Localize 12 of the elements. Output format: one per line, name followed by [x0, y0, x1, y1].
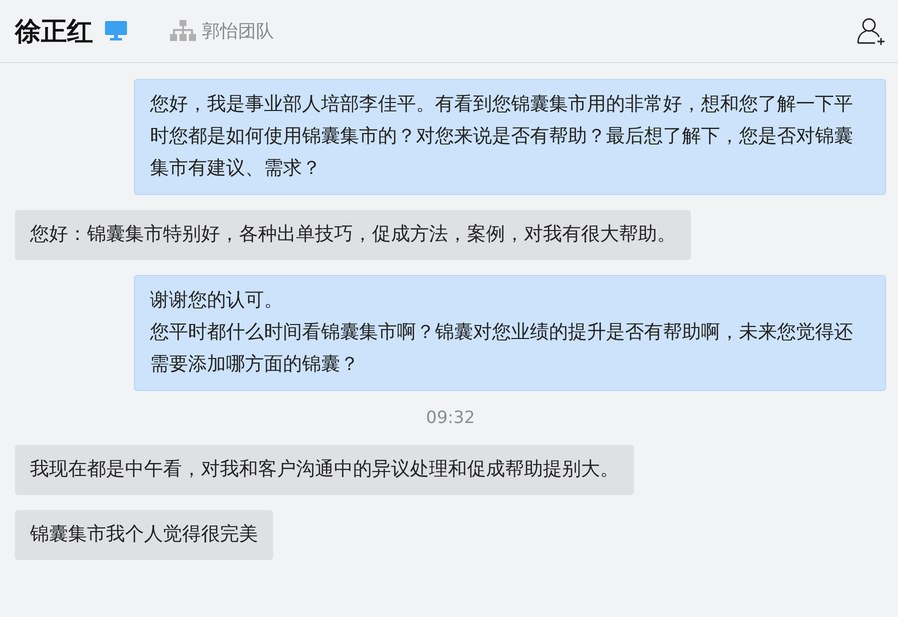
- message-text: 谢谢您的认可。: [150, 289, 284, 313]
- timestamp: 09:32: [426, 408, 475, 428]
- contact-name: 徐正红: [15, 16, 93, 48]
- add-contact-icon[interactable]: [856, 16, 886, 46]
- message-text: 您好：锦囊集市特别好，各种出单技巧，促成方法，案例，对我有很大帮助。: [30, 222, 676, 247]
- monitor-icon: [105, 21, 127, 41]
- message-text: 我现在都是中午看，对我和客户沟通中的异议处理和促成帮助提别大。: [30, 458, 619, 482]
- org-chart-icon: [170, 20, 196, 42]
- message-text: 您好，我是事业部人培部李佳平。有看到您锦囊集市用的非常好，想和您了解一下平时您都是如何使用锦囊集市的？对您来说是否有帮助？最后想了解下，您是否对锦囊集市有建议、需求？: [150, 93, 854, 181]
- team-name: 郭怡团队: [202, 20, 274, 43]
- message-text: 锦囊集市我个人觉得很完美: [30, 522, 258, 547]
- message-text: 您平时都什么时间看锦囊集市啊？锦囊对您业绩的提升是否有帮助啊，未来您觉得还需要添加哪方面的锦囊？: [150, 321, 854, 377]
